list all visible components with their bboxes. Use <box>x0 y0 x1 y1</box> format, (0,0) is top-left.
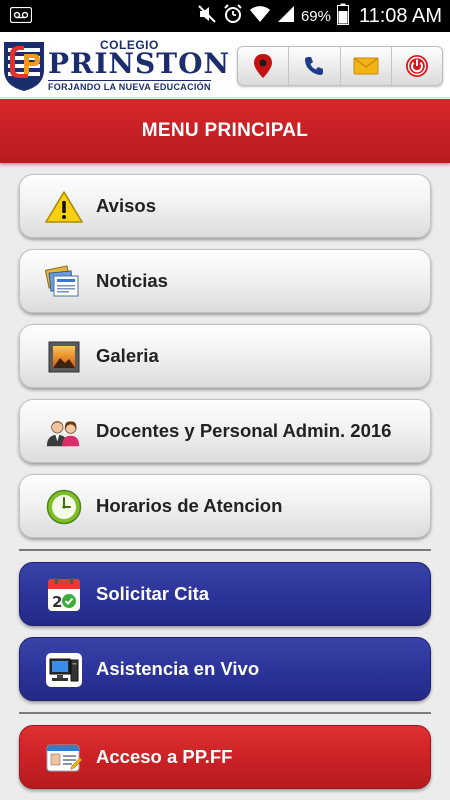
section-divider <box>19 549 431 551</box>
logo-name: PRINSTON <box>48 47 231 80</box>
location-button[interactable] <box>238 47 290 85</box>
mail-icon <box>353 57 379 75</box>
phone-button[interactable] <box>289 47 341 85</box>
signal-icon <box>277 5 295 28</box>
logo-slogan: FORJANDO LA NUEVA EDUCACIÓN <box>48 80 211 92</box>
shield-logo-icon <box>4 42 44 91</box>
menu-asistencia-button[interactable]: Asistencia en Vivo <box>19 637 431 701</box>
clock-time: 11:08 AM <box>358 4 442 27</box>
menu-item-label: Acceso a PP.FF <box>96 746 233 767</box>
menu-header: MENU PRINCIPAL <box>0 99 450 163</box>
battery-percent: 69% <box>300 7 331 25</box>
voicemail-icon <box>9 6 33 28</box>
clock-icon <box>45 489 83 525</box>
menu-item-label: Docentes y Personal Admin. 2016 <box>96 420 392 441</box>
menu-item-label: Galeria <box>96 345 159 366</box>
wifi-icon <box>249 4 271 29</box>
calendar-icon: 2 <box>45 577 83 613</box>
app-header: COLEGIO PRINSTON FORJANDO LA NUEVA EDUCA… <box>0 32 450 98</box>
menu-horarios-button[interactable]: Horarios de Atencion <box>19 474 431 538</box>
menu-docentes-button[interactable]: Docentes y Personal Admin. 2016 <box>19 399 431 463</box>
menu-acceso-ppff-button[interactable]: Acceso a PP.FF <box>19 725 431 789</box>
battery-icon <box>336 3 349 30</box>
menu-galeria-button[interactable]: Galeria <box>19 324 431 388</box>
warning-icon <box>45 189 83 225</box>
mail-button[interactable] <box>341 47 392 85</box>
picture-icon <box>45 339 83 375</box>
menu-item-label: Asistencia en Vivo <box>96 658 260 679</box>
section-divider <box>19 712 431 714</box>
menu-item-label: Avisos <box>96 195 156 216</box>
status-bar: 69% 11:08 AM <box>0 0 450 32</box>
menu-item-label: Noticias <box>96 270 168 291</box>
people-icon <box>45 414 83 450</box>
menu-item-label: Solicitar Cita <box>96 583 210 604</box>
news-icon <box>45 264 83 300</box>
exit-button[interactable] <box>392 47 442 85</box>
phone-icon <box>305 57 324 75</box>
page-title: MENU PRINCIPAL <box>141 120 309 141</box>
computer-icon <box>45 652 83 688</box>
school-logo: COLEGIO PRINSTON FORJANDO LA NUEVA EDUCA… <box>2 38 231 94</box>
power-icon <box>405 55 428 77</box>
svg-text:2: 2 <box>52 593 62 611</box>
menu-noticias-button[interactable]: Noticias <box>19 249 431 313</box>
alarm-icon <box>223 3 243 29</box>
menu-avisos-button[interactable]: Avisos <box>19 174 431 238</box>
menu-item-label: Horarios de Atencion <box>96 495 283 516</box>
quick-actions <box>237 46 443 86</box>
location-pin-icon <box>254 54 273 78</box>
mute-icon <box>197 4 217 29</box>
id-card-icon <box>45 740 83 776</box>
menu-solicitar-cita-button[interactable]: 2 Solicitar Cita <box>19 562 431 626</box>
